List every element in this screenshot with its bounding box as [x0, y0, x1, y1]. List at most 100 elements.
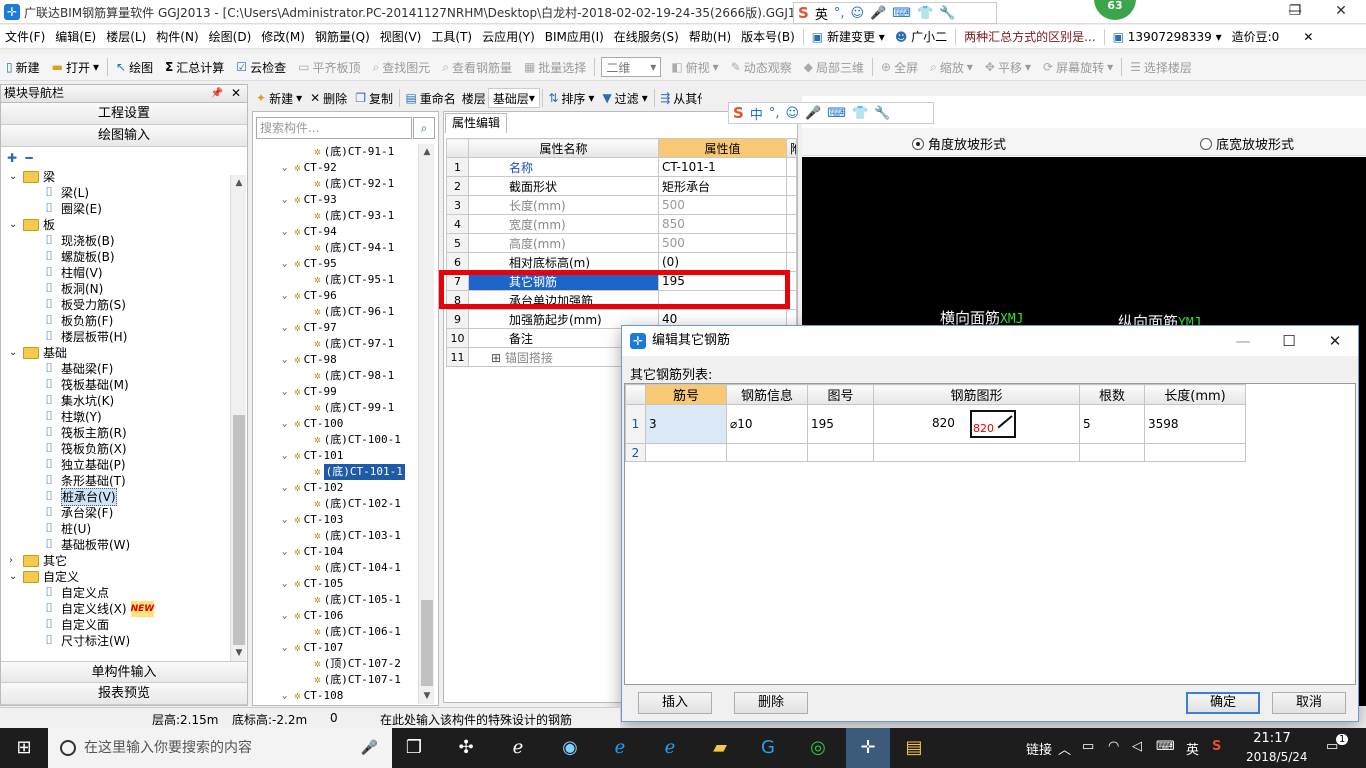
tree-item[interactable]: ⌷ 筏板负筋(X)	[41, 441, 127, 457]
menu-draw[interactable]: 绘图(D)	[204, 25, 257, 49]
menu-cloud[interactable]: 云应用(Y)	[477, 25, 540, 49]
comp-copy-button[interactable]: ❐ 复制	[351, 90, 397, 107]
tree-folder[interactable]: › 其它	[9, 553, 67, 569]
property-row[interactable]: 6 相对底标高(m) (0)	[446, 252, 797, 272]
scroll-up-icon[interactable]: ▲	[231, 175, 247, 191]
shape-cell[interactable]: 820 820	[873, 404, 1080, 444]
expand-icon[interactable]: ⊞	[491, 351, 505, 365]
component-node[interactable]: ✲ (顶)CT-107-2	[314, 656, 401, 672]
dialog-minimize-button[interactable]: —	[1220, 326, 1266, 356]
component-scrollbar[interactable]: ▲ ▼	[418, 144, 434, 704]
property-row[interactable]: 2 截面形状 矩形承台	[446, 176, 797, 196]
component-node[interactable]: ⌄ ✲ CT-107	[282, 640, 343, 656]
clock-date[interactable]: 2018/5/24	[1246, 750, 1308, 764]
angle-slope-radio[interactable]: 角度放坡形式	[912, 134, 1006, 153]
bar-no-cell[interactable]	[645, 443, 727, 462]
ad-link[interactable]: 两种汇总方式的区别是...	[959, 25, 1100, 49]
clock-time[interactable]: 21:17	[1250, 731, 1294, 746]
task-view-icon[interactable]: ❐	[400, 734, 428, 762]
component-node[interactable]: ✲ (底)CT-97-1	[314, 336, 394, 352]
tree-item[interactable]: ⌷ 桩承台(V)	[41, 488, 117, 506]
green-app-icon[interactable]: ◎	[804, 734, 832, 762]
menu-modify[interactable]: 修改(M)	[256, 25, 310, 49]
length-cell[interactable]	[1144, 443, 1246, 462]
cloud-check-button[interactable]: ☑ 云检查	[230, 59, 292, 76]
project-settings-button[interactable]: 工程设置	[1, 103, 247, 125]
new-button[interactable]: ▯ 新建	[0, 59, 46, 76]
chevron-down-icon[interactable]: ⌄	[282, 320, 291, 336]
notepad-icon[interactable]: ▤	[900, 734, 928, 762]
assistant-button[interactable]: ☻ 广小二	[890, 25, 952, 49]
component-node[interactable]: ✲ (底)CT-96-1	[314, 304, 394, 320]
tree-item[interactable]: ⌷ 现浇板(B)	[41, 233, 115, 249]
count-cell[interactable]: 5	[1079, 404, 1145, 444]
menu-close-icon[interactable]: ✕	[1298, 25, 1318, 49]
report-preview-button[interactable]: 报表预览	[1, 683, 247, 705]
shape-cell[interactable]	[873, 443, 1080, 462]
single-input-button[interactable]: 单构件输入	[1, 661, 247, 683]
table-row[interactable]: 2	[625, 443, 1246, 462]
rotate-button[interactable]: ⟳ 屏幕旋转 ▾	[1037, 59, 1119, 76]
zoom-button[interactable]: ⌕ 缩放 ▾	[924, 59, 979, 76]
view-rebar-button[interactable]: ⌕ 查看钢筋量	[436, 59, 518, 76]
component-node[interactable]: ⌄ ✲ CT-103	[282, 512, 343, 528]
component-node[interactable]: ⌄ ✲ CT-96	[282, 288, 337, 304]
component-node[interactable]: ⌄ ✲ CT-94	[282, 224, 337, 240]
draw-button[interactable]: ↖ 绘图	[110, 59, 159, 76]
menu-help[interactable]: 帮助(H)	[684, 25, 736, 49]
property-value[interactable]: CT-101-1	[658, 157, 787, 177]
pin-icon[interactable]: 📌	[211, 85, 223, 102]
new-change-button[interactable]: ▣ 新建变更 ▾	[807, 25, 890, 49]
component-node[interactable]: ✲ (底)CT-105-1	[314, 592, 401, 608]
scroll-down-icon[interactable]: ▼	[231, 645, 247, 661]
tree-item[interactable]: ⌷ 板受力筋(S)	[41, 297, 126, 313]
component-node[interactable]: ⌄ ✲ CT-100	[282, 416, 343, 432]
component-node[interactable]: ⌄ ✲ CT-92	[282, 160, 337, 176]
copy-from-floor-button[interactable]: ⇶从其他楼层复	[656, 90, 702, 107]
tree-item[interactable]: ⌷ 柱墩(Y)	[41, 409, 102, 425]
notification-badge[interactable]: 63	[1094, 0, 1136, 20]
batch-select-button[interactable]: ▦ 批量选择	[518, 59, 592, 76]
select-floor-button[interactable]: ☰ 选择楼层	[1124, 59, 1198, 76]
chevron-down-icon[interactable]: ⌄	[282, 224, 291, 240]
tree-item[interactable]: ⌷ 板洞(N)	[41, 281, 103, 297]
component-node[interactable]: ✲ (底)CT-102-1	[314, 496, 401, 512]
component-node[interactable]: ✲ (底)CT-104-1	[314, 560, 401, 576]
chevron-down-icon[interactable]: ⌄	[282, 576, 291, 592]
chevron-down-icon[interactable]: ⌄	[282, 640, 291, 656]
battery-icon[interactable]: ▭	[1082, 739, 1094, 754]
edge-icon[interactable]: ℯ	[606, 734, 634, 762]
chrome-like-icon[interactable]: ◉	[556, 734, 584, 762]
mic-icon[interactable]: 🎤	[361, 728, 378, 768]
skin-float-icon[interactable]: 👕	[852, 106, 868, 121]
component-node[interactable]: ✲ (底)CT-103-1	[314, 528, 401, 544]
chevron-down-icon[interactable]: ⌄	[282, 288, 291, 304]
menu-edit[interactable]: 编辑(E)	[50, 25, 101, 49]
settings-float-icon[interactable]: 🔧	[874, 106, 890, 121]
chevron-down-icon[interactable]: ⌄	[282, 448, 291, 464]
tree-item[interactable]: ⌷ 柱帽(V)	[41, 265, 102, 281]
sogou-tray-icon[interactable]: S	[1212, 739, 1221, 754]
tree-item[interactable]: ⌷ 梁(L)	[41, 185, 89, 201]
restore-button[interactable]: ❐	[1272, 0, 1318, 24]
windows-start-icon[interactable]: ⊞	[10, 734, 38, 762]
tray-lang[interactable]: 英	[1186, 739, 1199, 758]
component-node[interactable]: ⌄ ✲ CT-105	[282, 576, 343, 592]
glodon-app-icon[interactable]: ✛	[846, 728, 890, 768]
ime-toolbar-top[interactable]: S 英 °, ☺ 🎤 ⌨ 👕 🔧	[793, 2, 997, 24]
scroll-down-icon[interactable]: ▼	[419, 688, 435, 704]
view-mode-select[interactable]: 二维 ▾	[601, 57, 662, 77]
chevron-down-icon[interactable]: ⌄	[9, 217, 19, 233]
menu-bim[interactable]: BIM应用(I)	[540, 25, 609, 49]
taskbar-search[interactable]: 在这里输入你要搜索的内容 🎤	[48, 728, 392, 768]
component-node[interactable]: ✲ (底)CT-98-1	[314, 368, 394, 384]
ime-toolbar-float[interactable]: S 中 °, ☺ 🎤 ⌨ 👕 🔧	[728, 102, 934, 124]
component-node[interactable]: ✲ (底)CT-92-1	[314, 176, 394, 192]
dialog-maximize-button[interactable]: ☐	[1266, 326, 1312, 356]
tree-item[interactable]: ⌷ 自定义线(X) NEW	[41, 601, 155, 617]
tree-folder[interactable]: ⌄ 板	[9, 217, 55, 233]
chevron-down-icon[interactable]: ⌄	[282, 256, 291, 272]
chevron-down-icon[interactable]: ⌄	[282, 160, 291, 176]
property-extra-checkbox[interactable]	[786, 176, 797, 196]
fan-app-icon[interactable]: ✣	[452, 734, 480, 762]
